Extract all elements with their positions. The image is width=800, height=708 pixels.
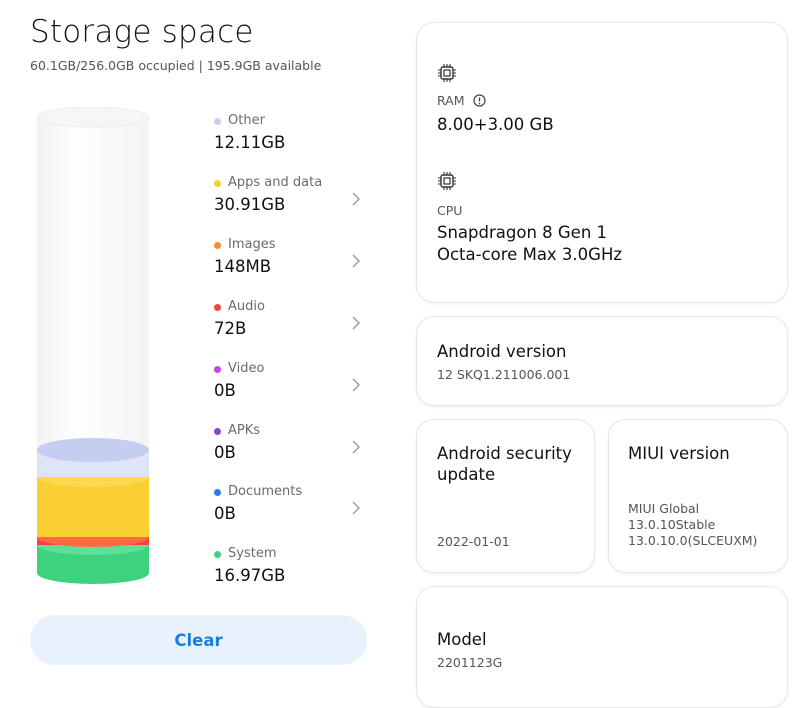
category-label: Documents bbox=[228, 484, 303, 500]
chevron-right-icon[interactable] bbox=[349, 437, 363, 457]
chevron-right-icon[interactable] bbox=[349, 498, 363, 518]
chip-icon bbox=[438, 172, 456, 190]
miui-line3: 13.0.10.0(SLCEUXM) bbox=[628, 533, 758, 548]
card-security-update[interactable]: Android security update 2022-01-01 bbox=[416, 419, 595, 573]
category-color-dot bbox=[214, 427, 221, 435]
category-label: System bbox=[228, 546, 277, 562]
miui-title: MIUI version bbox=[628, 444, 730, 463]
category-size: 0B bbox=[214, 442, 236, 462]
category-size: 12.11GB bbox=[214, 133, 286, 152]
category-item-system: System 16.97GB bbox=[212, 546, 372, 598]
category-item-other: Other 12.11GB bbox=[212, 113, 372, 165]
android-version-title: Android version bbox=[437, 342, 567, 361]
category-item-documents[interactable]: Documents 0B bbox=[212, 484, 372, 536]
category-item-video[interactable]: Video 0B bbox=[212, 361, 372, 413]
category-item-apks[interactable]: APKs 0B bbox=[212, 423, 372, 475]
category-size: 148MB bbox=[214, 256, 272, 276]
security-title-line2: update bbox=[437, 465, 496, 484]
category-size: 0B bbox=[214, 504, 236, 524]
segment-other-top bbox=[37, 438, 149, 462]
security-patch-date: 2022-01-01 bbox=[437, 534, 510, 549]
card-ram-cpu: RAM 8.00+3.00 GB CPU Snapdragon 8 Gen 1 … bbox=[416, 22, 788, 303]
clear-button[interactable]: Clear bbox=[30, 615, 367, 665]
ram-value: 8.00+3.00 GB bbox=[437, 115, 554, 134]
storage-summary: 60.1GB/256.0GB occupied | 195.9GB availa… bbox=[30, 58, 322, 73]
category-color-dot bbox=[214, 551, 221, 559]
segment-system-bottom bbox=[37, 562, 149, 584]
category-color-dot bbox=[214, 489, 221, 497]
category-item-audio[interactable]: Audio 72B bbox=[212, 299, 372, 351]
android-version-value: 12 SKQ1.211006.001 bbox=[437, 367, 571, 382]
miui-line1: MIUI Global bbox=[628, 501, 700, 516]
page-title: Storage space bbox=[30, 14, 254, 50]
category-label: Apps and data bbox=[228, 174, 323, 190]
miui-line2: 13.0.10Stable bbox=[628, 517, 716, 532]
category-color-dot bbox=[214, 241, 221, 249]
storage-cylinder-chart bbox=[36, 107, 150, 584]
category-color-dot bbox=[214, 303, 221, 311]
category-color-dot bbox=[214, 179, 221, 187]
info-icon[interactable] bbox=[473, 94, 486, 107]
category-color-dot bbox=[214, 118, 221, 125]
category-label: Other bbox=[228, 113, 265, 128]
security-title-line1: Android security bbox=[437, 444, 572, 463]
category-label: Video bbox=[228, 360, 265, 376]
ram-label: RAM bbox=[437, 93, 465, 108]
category-label: Images bbox=[228, 236, 276, 252]
chevron-right-icon[interactable] bbox=[349, 251, 363, 271]
category-size: 16.97GB bbox=[214, 566, 286, 586]
category-label: Audio bbox=[228, 298, 265, 314]
category-label: APKs bbox=[228, 422, 261, 438]
cylinder-top bbox=[36, 107, 150, 128]
chip-icon bbox=[438, 64, 456, 82]
chevron-right-icon[interactable] bbox=[349, 375, 363, 395]
category-size: 30.91GB bbox=[214, 194, 286, 214]
model-title: Model bbox=[437, 630, 487, 649]
category-color-dot bbox=[214, 365, 221, 373]
category-item-images[interactable]: Images 148MB bbox=[212, 237, 372, 289]
chevron-right-icon[interactable] bbox=[349, 189, 363, 209]
category-size: 72B bbox=[214, 318, 247, 338]
chevron-right-icon[interactable] bbox=[349, 313, 363, 333]
cpu-name: Snapdragon 8 Gen 1 bbox=[437, 223, 608, 242]
cpu-cores: Octa-core Max 3.0GHz bbox=[437, 245, 623, 264]
card-model[interactable]: Model 2201123G bbox=[416, 586, 788, 708]
category-item-apps-and-data[interactable]: Apps and data 30.91GB bbox=[212, 175, 372, 227]
card-android-version[interactable]: Android version 12 SKQ1.211006.001 bbox=[416, 316, 788, 406]
cylinder-empty-body bbox=[37, 117, 149, 457]
category-size: 0B bbox=[214, 380, 236, 400]
cpu-label: CPU bbox=[437, 203, 463, 218]
card-miui-version[interactable]: MIUI version MIUI Global 13.0.10Stable 1… bbox=[608, 419, 788, 573]
model-value: 2201123G bbox=[437, 655, 503, 670]
